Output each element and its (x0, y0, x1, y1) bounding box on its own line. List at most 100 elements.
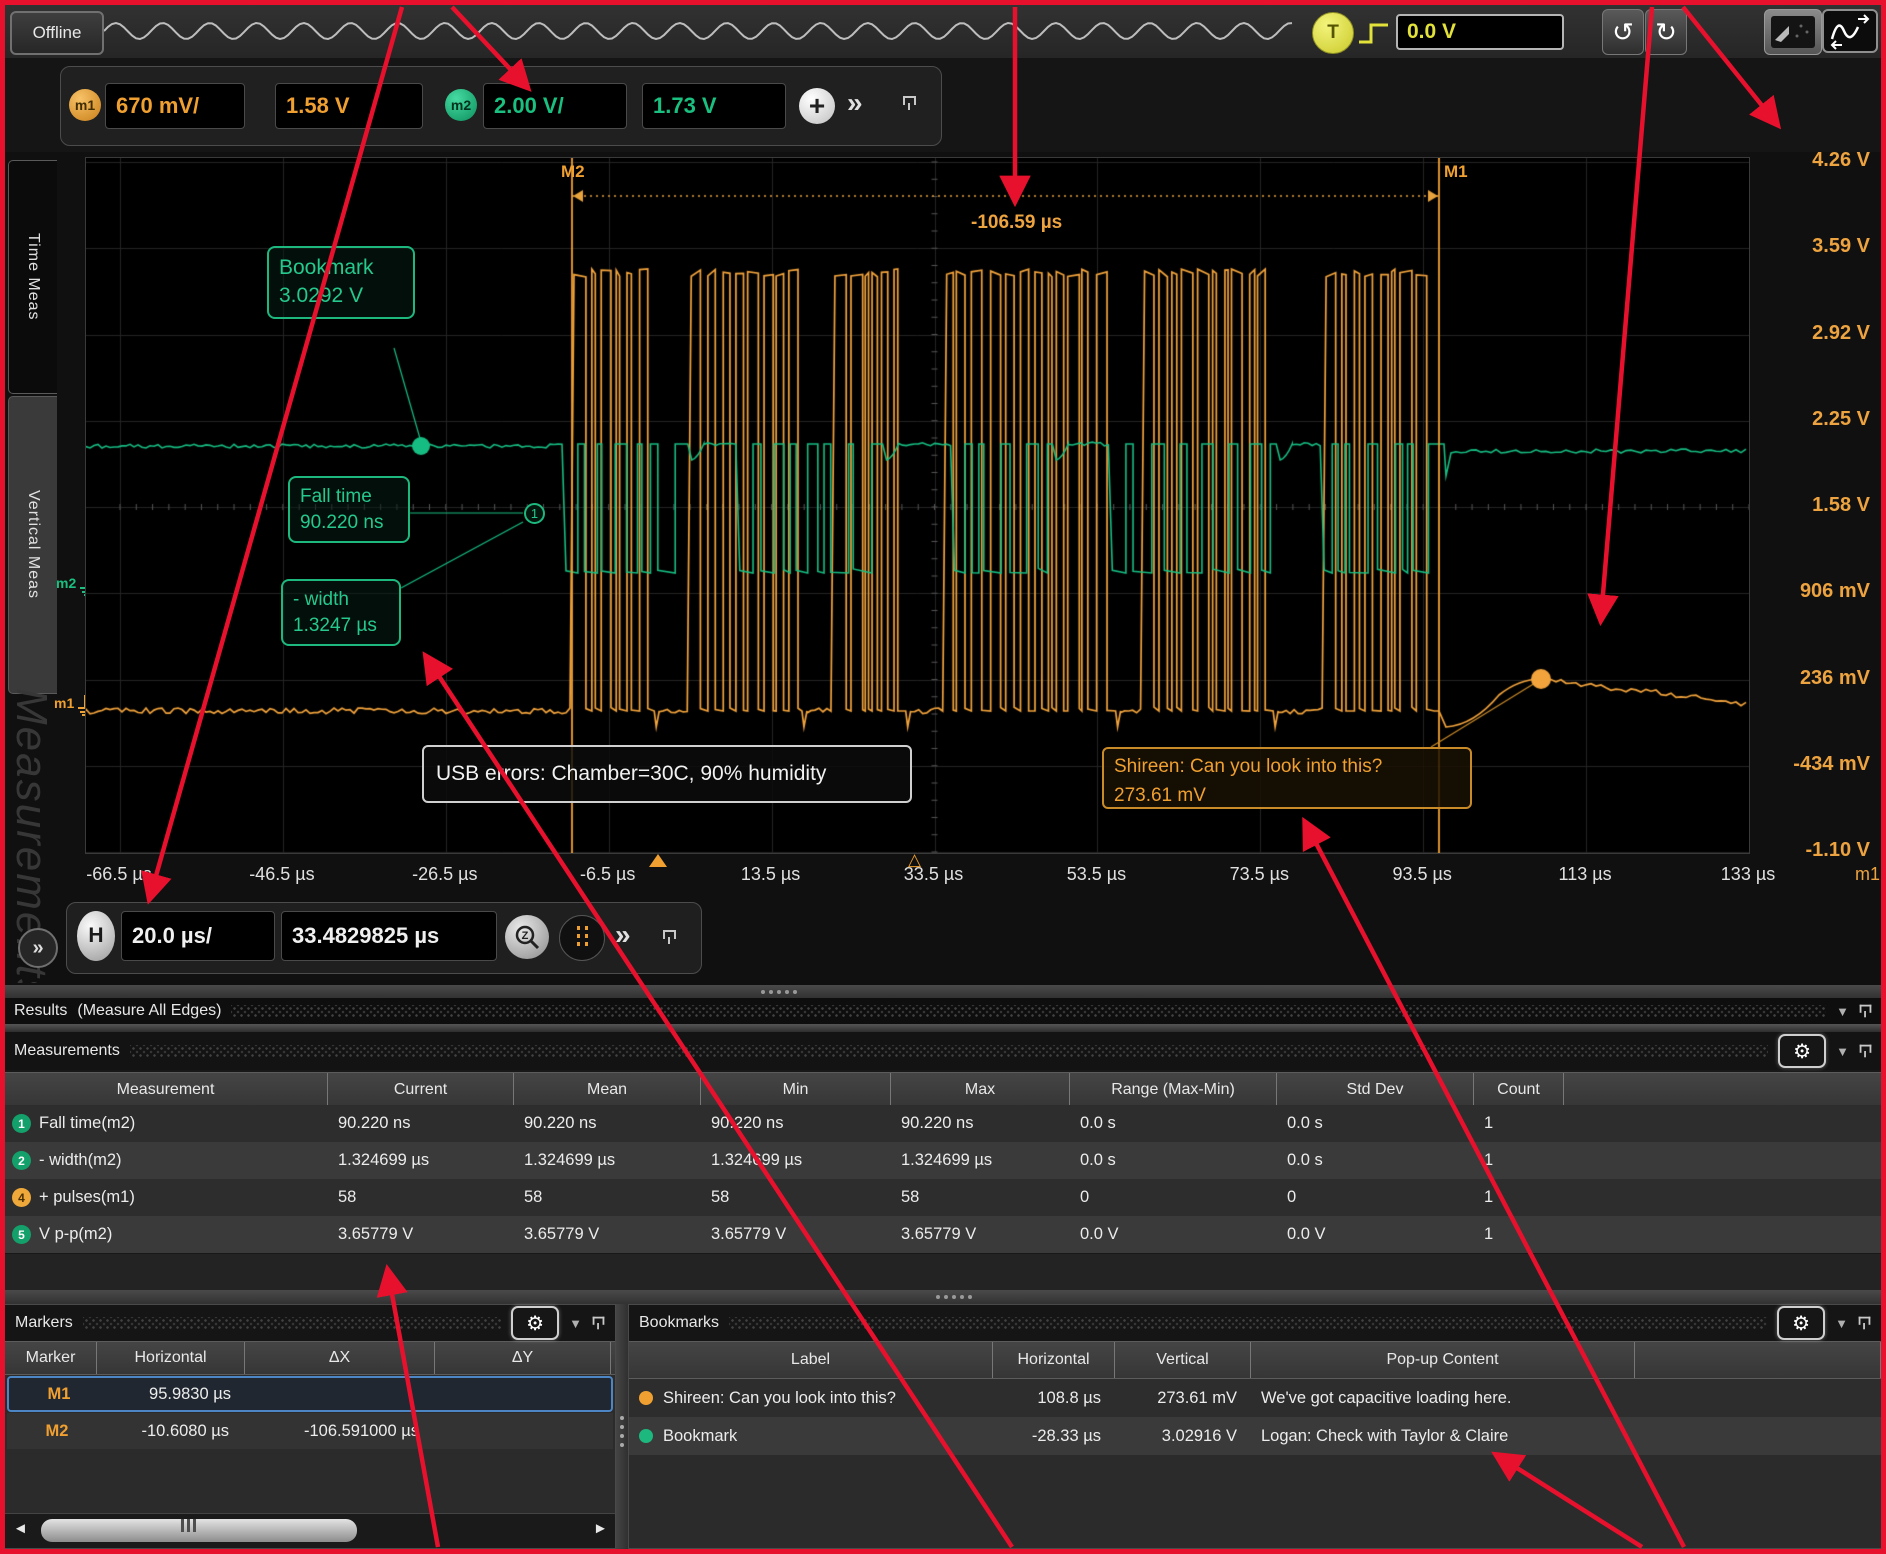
markers-column-header[interactable]: Marker (5, 1342, 97, 1374)
scroll-left-icon[interactable]: ◄ (13, 1520, 28, 1537)
marker-m1-label[interactable]: M1 (1444, 162, 1468, 182)
timebase-scale-field[interactable]: 20.0 µs/ (121, 911, 275, 961)
measurements-column-header[interactable] (1564, 1073, 1882, 1106)
markers-column-header[interactable]: Horizontal (97, 1342, 245, 1374)
measurements-column-header[interactable]: Std Dev (1277, 1073, 1474, 1106)
horizontal-more-chevrons[interactable]: » (615, 919, 631, 951)
markers-column-header[interactable]: ΔX (245, 1342, 435, 1374)
bookmark-label: Bookmark (663, 1427, 993, 1446)
pin-icon[interactable] (903, 95, 916, 111)
pin-icon[interactable] (663, 929, 676, 945)
horizontal-scrollbar[interactable]: ◄ ► (5, 1513, 615, 1548)
measurement-row[interactable]: 4+ pulses(m1)58585858001 (4, 1179, 1882, 1216)
x-axis-tick-label: -6.5 µs (553, 864, 663, 885)
panel-separator (4, 1024, 1882, 1032)
bookmark-row[interactable]: Shireen: Can you look into this?108.8 µs… (629, 1379, 1881, 1417)
measurements-column-header[interactable]: Min (701, 1073, 891, 1106)
markers-column-header[interactable]: ΔY (435, 1342, 611, 1374)
waveform-plot[interactable]: M2 M1 -106.59 µs Bookmark 3.0292 V Fall … (85, 157, 1750, 854)
bookmarks-column-header[interactable]: Label (629, 1342, 993, 1378)
gear-icon[interactable]: ⚙ (511, 1306, 559, 1340)
m2-offset-field[interactable]: 1.73 V (642, 83, 786, 129)
usb-error-annotation[interactable]: USB errors: Chamber=30C, 90% humidity (422, 745, 912, 803)
horizontal-button[interactable]: H (77, 911, 115, 961)
measurements-column-header[interactable]: Current (328, 1073, 514, 1106)
display-thumbnail-button[interactable] (1764, 9, 1822, 55)
channel-m2-badge[interactable]: m2 (445, 89, 477, 121)
bookmarks-column-header[interactable]: Horizontal (993, 1342, 1115, 1378)
offline-button[interactable]: Offline (10, 11, 104, 55)
measurement-row[interactable]: 1Fall time(m2)90.220 ns90.220 ns90.220 n… (4, 1105, 1882, 1142)
marker-m2-label[interactable]: M2 (561, 162, 585, 182)
bookmarks-column-header[interactable]: Pop-up Content (1251, 1342, 1635, 1378)
waveform-preview-icon (1824, 11, 1876, 51)
bookmarks-column-header[interactable] (1635, 1342, 1881, 1378)
pin-icon[interactable] (1859, 1316, 1871, 1330)
measurement-current: 90.220 ns (328, 1114, 514, 1133)
shireen-bookmark-popup[interactable]: Shireen: Can you look into this? 273.61 … (1102, 747, 1472, 809)
splitter-handle[interactable] (4, 1290, 1882, 1304)
measurement-row[interactable]: 5V p-p(m2)3.65779 V3.65779 V3.65779 V3.6… (4, 1216, 1882, 1253)
add-channel-button[interactable]: + (799, 88, 835, 124)
splitter-grip-icon (616, 1416, 628, 1447)
trigger-slope-icon[interactable] (1356, 18, 1394, 48)
m2-scale-field[interactable]: 2.00 V/ (483, 83, 627, 129)
falltime-callout[interactable]: Fall time 90.220 ns (288, 476, 410, 543)
chevron-down-icon[interactable]: ▼ (1836, 1044, 1849, 1059)
trigger-time-marker[interactable] (649, 854, 667, 867)
gear-icon[interactable]: ⚙ (1777, 1306, 1825, 1340)
markers-panel-header: Markers ⚙ ▼ (5, 1305, 615, 1341)
time-reference-button[interactable] (559, 915, 605, 961)
trigger-badge[interactable]: T (1312, 12, 1354, 54)
vertical-splitter-handle[interactable] (616, 1304, 628, 1549)
trigger-level-field[interactable]: 0.0 V (1396, 14, 1564, 50)
bookmarks-panel-header: Bookmarks ⚙ ▼ (629, 1305, 1881, 1341)
scroll-right-icon[interactable]: ► (593, 1520, 608, 1537)
bookmarks-title: Bookmarks (639, 1314, 719, 1332)
channel-m1-badge[interactable]: m1 (69, 89, 101, 121)
measurement-name: + pulses(m1) (39, 1188, 328, 1207)
bookmark-callout[interactable]: Bookmark 3.0292 V (267, 246, 415, 319)
measurement-row[interactable]: 2- width(m2)1.324699 µs1.324699 µs1.3246… (4, 1142, 1882, 1179)
tab-vertical-meas[interactable]: Vertical Meas (8, 396, 57, 694)
sidebar-expander-button[interactable]: » (18, 928, 58, 968)
pin-icon[interactable] (1860, 1044, 1872, 1058)
measurement-current: 3.65779 V (328, 1225, 514, 1244)
horizontal-reference-marker[interactable]: △ (908, 850, 921, 870)
splitter-handle[interactable] (4, 985, 1882, 998)
bookmarks-column-header[interactable]: Vertical (1115, 1342, 1251, 1378)
undo-button[interactable]: ↺ (1602, 9, 1644, 55)
measurement-count: 1 (1474, 1225, 1564, 1244)
markers-table: M195.9830 µsM2-10.6080 µs-106.591000 µs (5, 1376, 615, 1449)
bookmark-row[interactable]: Bookmark-28.33 µs3.02916 VLogan: Check w… (629, 1417, 1881, 1455)
y-axis-tick-label: -434 mV (1750, 753, 1870, 776)
pin-icon[interactable] (1860, 1004, 1872, 1018)
chevron-down-icon[interactable]: ▼ (1836, 1004, 1849, 1019)
chevron-down-icon[interactable]: ▼ (1835, 1316, 1848, 1331)
scrollbar-thumb[interactable] (41, 1519, 357, 1542)
waveform-preview-button[interactable] (1822, 9, 1878, 53)
marker-row[interactable]: M195.9830 µs (7, 1376, 613, 1412)
marker-id: M2 (7, 1422, 97, 1441)
channel-more-chevrons[interactable]: » (847, 87, 863, 119)
measurements-column-header[interactable]: Measurement (4, 1073, 328, 1106)
measurements-column-header[interactable]: Max (891, 1073, 1070, 1106)
measurements-column-header[interactable]: Count (1474, 1073, 1564, 1106)
width-callout[interactable]: - width 1.3247 µs (281, 579, 401, 646)
bookmark-horizontal: -28.33 µs (993, 1427, 1115, 1446)
chevron-down-icon[interactable]: ▼ (569, 1316, 582, 1331)
m1-scale-field[interactable]: 670 mV/ (105, 83, 245, 129)
markers-panel: Markers ⚙ ▼ MarkerHorizontalΔXΔY M195.98… (4, 1304, 616, 1549)
marker-row[interactable]: M2-10.6080 µs-106.591000 µs (7, 1413, 613, 1449)
dashed-line-icon (585, 926, 588, 950)
measurements-column-header[interactable]: Mean (514, 1073, 701, 1106)
pin-icon[interactable] (593, 1316, 605, 1330)
tab-time-meas[interactable]: Time Meas (8, 160, 57, 394)
measurements-column-header[interactable]: Range (Max-Min) (1070, 1073, 1277, 1106)
redo-button[interactable]: ↻ (1645, 9, 1687, 55)
zoom-button[interactable]: Z (505, 915, 549, 959)
timebase-position-field[interactable]: 33.4829825 µs (281, 911, 497, 961)
header-texture (83, 1317, 501, 1329)
gear-icon[interactable]: ⚙ (1778, 1034, 1826, 1068)
m1-offset-field[interactable]: 1.58 V (275, 83, 423, 129)
